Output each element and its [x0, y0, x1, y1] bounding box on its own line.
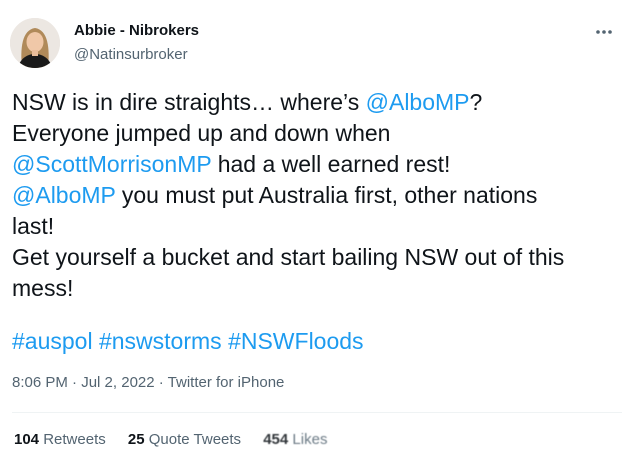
- tweet-text-segment: Everyone jumped up and down when: [12, 120, 391, 146]
- tweet-text-segment: NSW is in dire straights… where’s: [12, 89, 366, 115]
- retweets-label: Retweets: [43, 431, 106, 448]
- likes-label: Likes: [292, 431, 328, 448]
- tweet-text-segment: mess!: [12, 275, 74, 301]
- tweet-text-line: mess!: [12, 273, 616, 304]
- quote-tweets-label: Quote Tweets: [148, 431, 242, 448]
- meta-separator: ·: [154, 374, 168, 391]
- likes-stat[interactable]: 454 Likes: [263, 430, 327, 450]
- tweet-text-line: @AlboMP you must put Australia first, ot…: [12, 180, 616, 211]
- mention-link[interactable]: @AlboMP: [12, 182, 115, 208]
- hashtag-link[interactable]: #auspol: [12, 328, 93, 354]
- mention-link[interactable]: @AlboMP: [366, 89, 470, 115]
- tweet-text-segment: ?: [469, 89, 483, 115]
- likes-count: 454: [263, 431, 289, 448]
- meta-separator: ·: [67, 374, 82, 391]
- tweet-stats: 104 Retweets 25 Quote Tweets 454 Likes: [14, 430, 345, 450]
- retweets-stat[interactable]: 104 Retweets: [14, 430, 106, 450]
- tweet-text-segment: you must put Australia first, other nati…: [115, 182, 538, 208]
- tweet-text-line: last!: [12, 211, 616, 242]
- tweet-source[interactable]: Twitter for iPhone: [168, 374, 285, 391]
- mention-link[interactable]: @ScottMorrisonMP: [12, 151, 211, 177]
- more-options-button[interactable]: [592, 22, 616, 42]
- quote-tweets-stat[interactable]: 25 Quote Tweets: [128, 430, 241, 450]
- tweet-text-segment: Get yourself a bucket and start bailing …: [12, 244, 565, 270]
- divider: [12, 412, 622, 413]
- tweet-card: Abbie - Nibrokers @Natinsurbroker NSW is…: [0, 0, 634, 452]
- tweet-text-line: NSW is in dire straights… where’s @AlboM…: [12, 87, 616, 118]
- tweet-text-segment: had a well earned rest!: [211, 151, 451, 177]
- retweets-count: 104: [14, 431, 40, 448]
- more-dots-icon: [596, 30, 612, 34]
- author-display-name[interactable]: Abbie - Nibrokers: [74, 21, 199, 41]
- hashtag-link[interactable]: #nswstorms: [99, 328, 222, 354]
- tweet-text: NSW is in dire straights… where’s @AlboM…: [12, 87, 616, 304]
- tweet-time[interactable]: 8:06 PM: [12, 374, 68, 391]
- tweet-text-line: Get yourself a bucket and start bailing …: [12, 242, 616, 273]
- tweet-hashtags: #auspol #nswstorms #NSWFloods: [12, 326, 364, 357]
- tweet-text-segment: last!: [12, 213, 55, 239]
- author-info: Abbie - Nibrokers @Natinsurbroker: [74, 21, 199, 65]
- author-handle[interactable]: @Natinsurbroker: [74, 45, 199, 65]
- avatar[interactable]: [10, 18, 60, 68]
- tweet-text-line: @ScottMorrisonMP had a well earned rest!: [12, 149, 616, 180]
- tweet-text-line: Everyone jumped up and down when: [12, 118, 616, 149]
- tweet-date[interactable]: Jul 2, 2022: [81, 374, 154, 391]
- avatar-image: [10, 18, 60, 68]
- quote-tweets-count: 25: [127, 431, 145, 448]
- tweet-meta: 8:06 PM · Jul 2, 2022 · Twitter for iPho…: [12, 373, 284, 393]
- hashtag-link[interactable]: #NSWFloods: [228, 328, 363, 354]
